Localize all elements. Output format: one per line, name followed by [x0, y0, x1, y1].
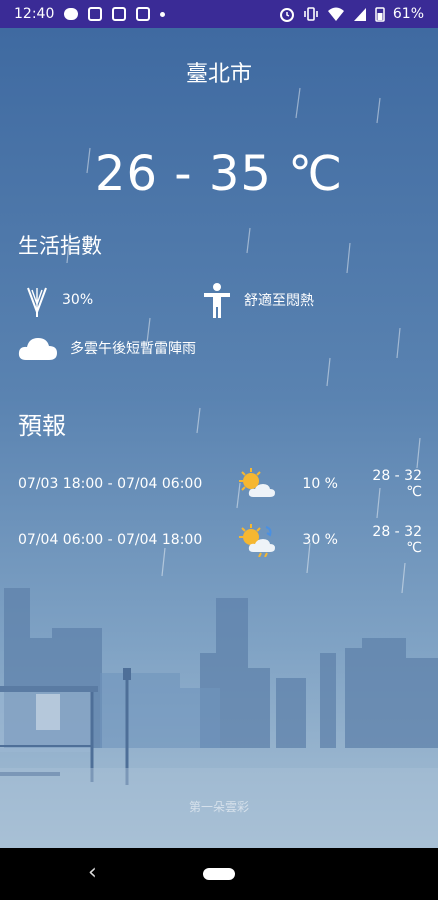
forecast-row: 07/04 06:00 - 07/04 18:00 30 % 28 - 32 ℃: [18, 520, 422, 560]
life-index-heading: 生活指數: [18, 234, 102, 258]
sun-cloud-rain-icon: [239, 524, 275, 557]
status-right: 61%: [279, 6, 424, 22]
rain-chance-value: 30%: [62, 292, 94, 308]
weather-description-item: 多雲午後短暫雷陣雨: [18, 334, 196, 362]
vibrate-icon: [304, 7, 318, 21]
weather-description: 多雲午後短暫雷陣雨: [70, 341, 196, 357]
city-name: 臺北市: [185, 62, 252, 87]
navigation-bar: ‹: [0, 848, 438, 900]
calendar-icon: [112, 7, 127, 21]
dot-icon: [160, 11, 166, 17]
comfort-value: 舒適至悶熱: [244, 293, 314, 309]
temperature-range: 26 - 35 ℃: [94, 146, 344, 202]
forecast-precip: 30 %: [302, 532, 338, 548]
forecast-time: 07/04 06:00 - 07/04 18:00: [18, 532, 203, 548]
rain-chance-item: 30%: [24, 282, 93, 318]
wifi-icon: [327, 7, 344, 21]
forecast-time: 07/03 18:00 - 07/04 06:00: [18, 476, 203, 492]
comfort-item: 舒適至悶熱: [202, 282, 314, 318]
chat-bubble-icon: [64, 8, 79, 20]
person-icon: [204, 283, 230, 318]
battery-percent: 61%: [392, 6, 424, 22]
alarm-icon: [279, 8, 294, 22]
status-time: 12:40: [14, 6, 55, 22]
forecast-heading: 預報: [18, 412, 66, 440]
cloud-icon: [18, 338, 57, 360]
status-left: 12:40: [14, 6, 166, 22]
forecast-temp-range: 28 - 32 ℃: [372, 524, 422, 556]
sun-cloud-icon: [239, 468, 275, 497]
weather-screen: 臺北市 26 - 35 ℃ 生活指數 30% 舒適至悶熱 多雲午後短暫雷陣雨 預…: [0, 28, 438, 848]
forecast-precip: 10 %: [302, 476, 338, 492]
battery-icon: [375, 7, 385, 22]
forecast-temp-range: 28 - 32 ℃: [372, 468, 422, 500]
umbrella-icon: [27, 287, 47, 317]
signal-icon: [353, 8, 366, 21]
back-button[interactable]: ‹: [88, 860, 97, 885]
calendar-icon: [88, 7, 103, 21]
calendar-icon: [136, 7, 151, 21]
home-button[interactable]: [203, 868, 235, 880]
attribution-text: 第一朵雲彩: [188, 800, 249, 814]
status-bar: 12:40 61%: [0, 0, 438, 28]
forecast-row: 07/03 18:00 - 07/04 06:00 10 % 28 - 32 ℃: [18, 464, 422, 504]
